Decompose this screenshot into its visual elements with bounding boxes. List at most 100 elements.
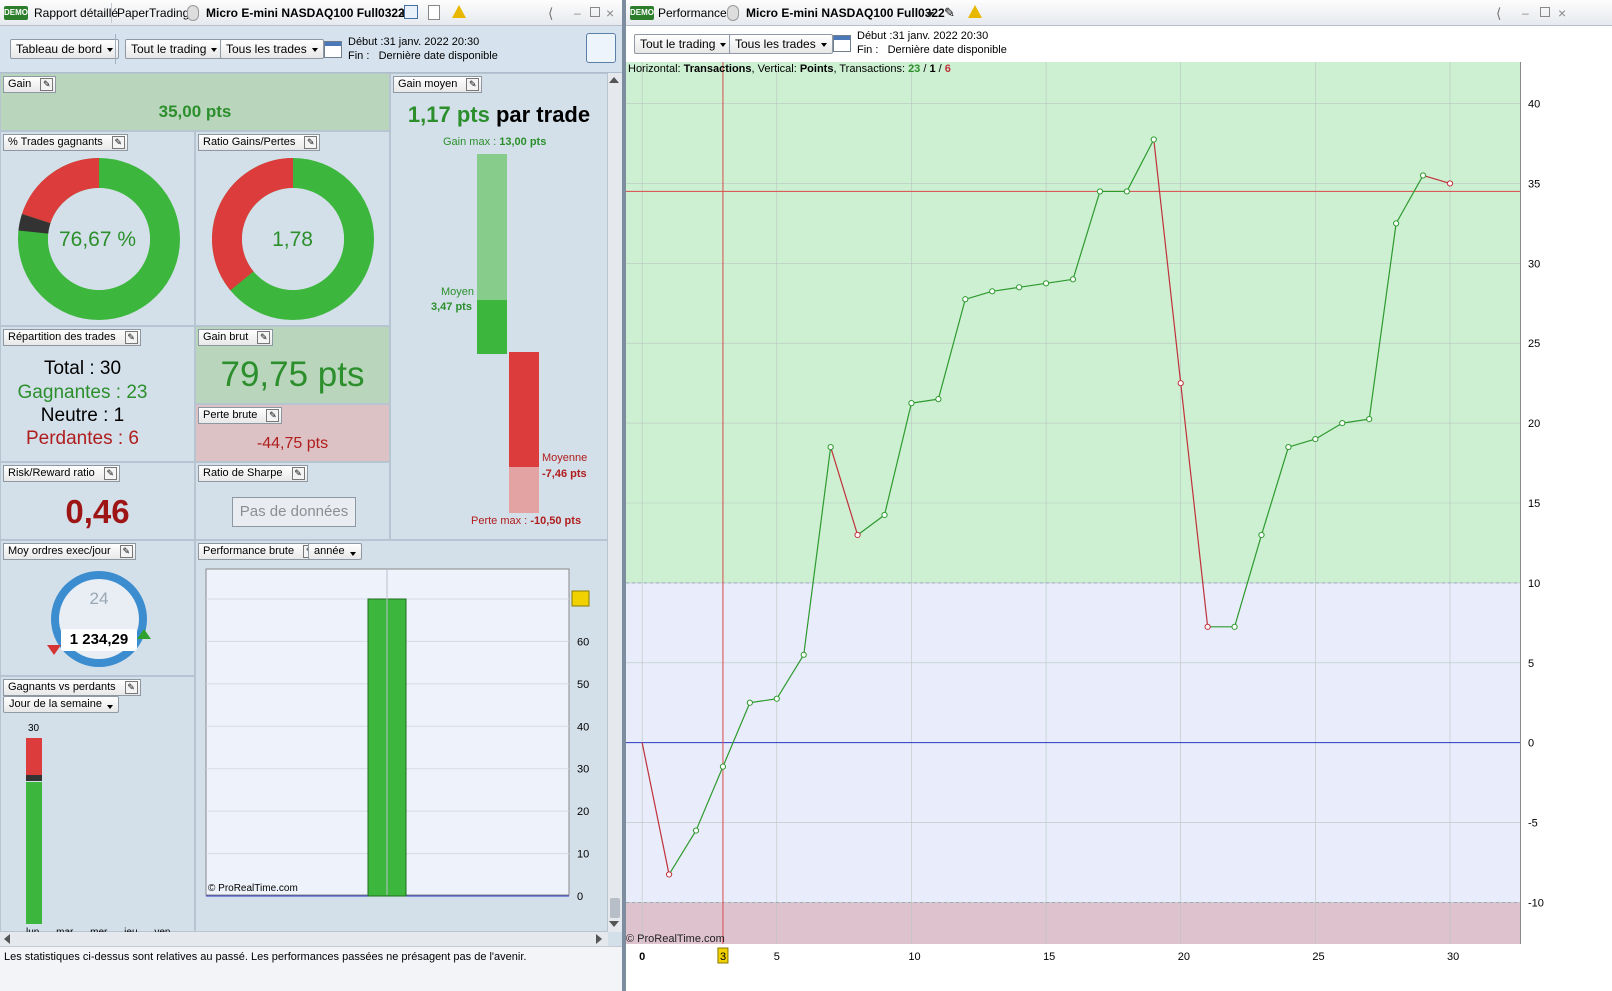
gain-brut-panel: Gain brut ✎ 79,75 pts [195,326,390,404]
y-tick-label: 20 [1528,418,1540,430]
period-dropdown[interactable]: année [308,543,362,560]
losing-trades: Perdantes : 6 [25,428,140,449]
perf-brute-chart: 706050403020100© ProRealTime.com [205,568,590,903]
calendar-icon[interactable] [324,41,342,58]
dashboard-settings-icon[interactable] [586,33,616,63]
gvp-tab[interactable]: Gagnants vs perdants ✎ [3,679,141,696]
right-toolbar: Tout le trading Tous les trades Début :3… [626,26,1612,62]
wrench-icon[interactable]: ✎ [257,331,271,344]
left-window: DEMO Rapport détaillé PaperTrading Micro… [0,0,622,991]
x-tick-label: 0 [639,951,645,963]
trades-gagnants-panel: % Trades gagnants ✎ 76,67 % [0,131,195,326]
no-data-button[interactable]: Pas de données [232,497,356,527]
plot-border [1520,62,1521,944]
wrench-icon[interactable]: ✎ [124,681,138,694]
link-icon[interactable] [727,5,739,21]
equity-point [1312,435,1319,443]
perf-y-tick: 20 [577,806,589,818]
perte-brute-value: -44,75 pts [256,435,329,452]
left-titlebar: DEMO Rapport détaillé PaperTrading Micro… [0,0,622,26]
perf-bar-badge [571,590,590,607]
x-tick-label: 25 [1312,951,1324,963]
copy-icon[interactable] [428,5,440,20]
equity-point [935,396,942,403]
wrench-icon[interactable]: ✎ [111,136,125,149]
instrument-selector[interactable]: Micro E-mini NASDAQ100 Full0322 [206,0,405,26]
trading-dropdown[interactable]: Tout le trading [125,39,224,59]
equity-point [773,695,780,702]
wrench-icon[interactable]: ✎ [291,467,305,480]
wrench-icon[interactable]: ✎ [466,78,480,91]
warning-icon [452,5,466,18]
gain-moyen-suffix: par trade [495,102,591,127]
trading-dropdown[interactable]: Tout le trading [634,34,733,54]
equity-point [854,531,861,539]
close-icon[interactable]: × [606,0,614,26]
minimize-icon[interactable]: – [1522,0,1529,26]
equity-point [989,288,996,295]
wrench-icon[interactable]: ✎ [103,467,117,480]
dashboard-dropdown[interactable]: Tableau de bord [10,39,120,59]
gain-moyen-tab[interactable]: Gain moyen ✎ [393,76,483,93]
gvp-panel: Gagnants vs perdants ✎ Jour de la semaine… [0,676,195,938]
sharpe-tab[interactable]: Ratio de Sharpe ✎ [198,465,308,482]
info-win-count: 23 [908,63,921,75]
right-window: DEMO Performance Micro E-mini NASDAQ100 … [626,0,1612,991]
risk-reward-tab[interactable]: Risk/Reward ratio ✎ [3,465,120,482]
close-icon[interactable]: × [1558,0,1566,26]
gain-tab[interactable]: Gain ✎ [3,76,57,93]
right-titlebar: DEMO Performance Micro E-mini NASDAQ100 … [626,0,1612,26]
equity-point [1123,188,1130,195]
equity-point [1042,280,1050,287]
wrench-icon[interactable]: ✎ [124,331,138,344]
perte-brute-tab[interactable]: Perte brute ✎ [198,407,283,424]
trades-dropdown[interactable]: Tous les trades [220,39,324,59]
start-label: Début : [857,30,893,42]
wrench-icon[interactable]: ✎ [266,409,280,422]
wrench-icon[interactable]: ✎ [119,545,133,558]
chevron-down-icon[interactable] [926,12,934,17]
arrow-down-icon [47,645,61,655]
perf-y-tick: 0 [577,891,583,903]
start-label: Début : [348,36,384,48]
ratio-tab[interactable]: Ratio Gains/Pertes ✎ [198,134,321,151]
share-icon[interactable]: ⟨ [548,0,553,26]
tab-performance[interactable]: Performance [658,0,727,26]
performance-chart[interactable]: 40 35 30 25 20 15 10 5 0 -5 -10 0 5 10 15 20 25 30 3 [626,62,1612,991]
trades-gagnants-tab[interactable]: % Trades gagnants ✎ [3,134,128,151]
link-icon[interactable] [187,5,199,21]
wrench-icon[interactable]: ✎ [40,78,54,91]
trades-dropdown[interactable]: Tous les trades [729,34,833,54]
tab-papertrading[interactable]: PaperTrading [117,0,189,26]
instrument-selector[interactable]: Micro E-mini NASDAQ100 Full0322 [746,0,945,26]
end-value: Dernière date disponible [378,50,498,62]
y-tick-label: 35 [1528,178,1540,190]
chart-icon[interactable] [404,5,418,19]
x-tick-label: 15 [1043,951,1055,963]
wrench-icon[interactable]: ✎ [304,136,318,149]
gauge-icon: 24 [51,571,147,667]
perte-max-bar [509,467,539,513]
neutral-trades: Neutre : 1 [40,405,125,426]
equity-point [1177,380,1184,387]
maximize-icon[interactable] [1540,7,1550,17]
share-icon[interactable]: ⟨ [1496,0,1501,26]
risk-reward-panel: Risk/Reward ratio ✎ 0,46 [0,462,195,540]
horizontal-scrollbar[interactable] [0,932,608,946]
y-tick-label: 15 [1528,498,1540,510]
tab-rapport-detaille[interactable]: Rapport détaillé [34,0,118,26]
perf-brute-tab[interactable]: Performance brute✎ [198,543,320,560]
gvp-top-label: 30 [28,723,40,734]
minimize-icon[interactable]: – [574,0,581,26]
moy-ordres-tab[interactable]: Moy ordres exec/jour ✎ [3,543,136,560]
equity-point [1016,284,1023,291]
maximize-icon[interactable] [590,7,600,17]
weekday-dropdown[interactable]: Jour de la semaine [3,696,119,713]
wrench-icon[interactable]: ✎ [944,0,955,26]
gain-brut-tab[interactable]: Gain brut ✎ [198,329,274,346]
gain-max-label: Gain max : [443,136,497,148]
equity-point [1446,180,1454,187]
vertical-scrollbar[interactable] [608,73,622,932]
repartition-tab[interactable]: Répartition des trades ✎ [3,329,141,346]
calendar-icon[interactable] [833,35,851,52]
